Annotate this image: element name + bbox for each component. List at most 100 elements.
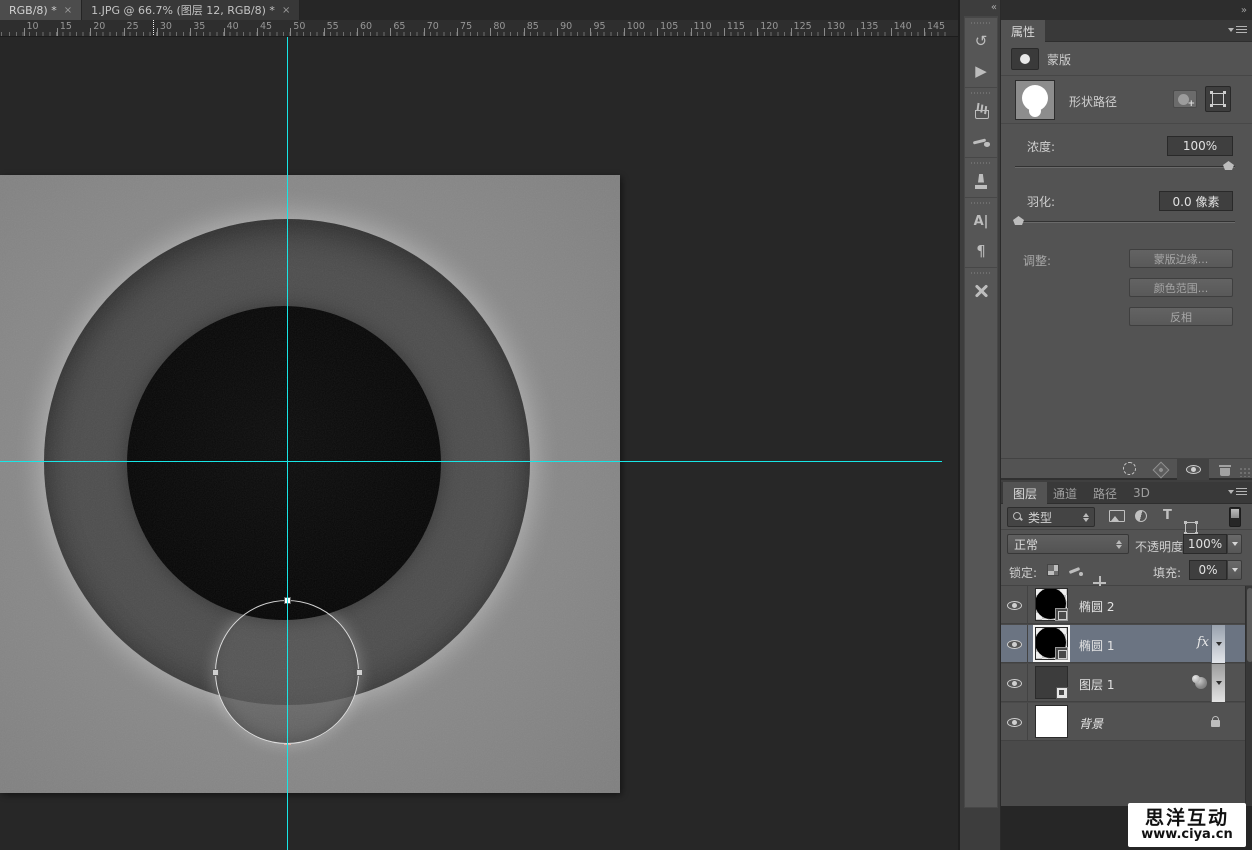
ruler-label: 65 [393,21,405,32]
ruler-label: 50 [293,21,305,32]
layer-name[interactable]: 图层 1 [1079,676,1114,693]
filter-pixel-layers-icon[interactable] [1109,510,1125,522]
tab-layers[interactable]: 图层 [1003,482,1047,504]
properties-panel: 蒙版 形状路径 浓度: 100% 羽化: 0.0 像素 调整: 蒙版边 [1001,42,1252,458]
collapse-panels-icon[interactable]: » [1241,5,1245,16]
ruler-tick [891,28,892,36]
ruler-label: 20 [93,21,105,32]
horizontal-guide[interactable] [0,461,942,462]
fill-value[interactable]: 0% [1189,560,1227,580]
layer-filter-toggle[interactable] [1229,507,1241,527]
brush-panel-icon[interactable] [965,126,997,156]
delete-mask-icon[interactable] [1219,463,1231,476]
dock-group-4: A|¶ [965,197,997,266]
document-tab-label: 1.JPG @ 66.7% (图层 12, RGB/8) * [91,2,275,18]
search-icon [1013,512,1023,522]
lock-row: 锁定: 填充: 0% [1001,558,1252,586]
path-anchor-left[interactable] [212,669,219,676]
density-slider[interactable] [1015,166,1235,168]
layer-name[interactable]: 椭圆 1 [1079,637,1114,654]
fill-dropdown-icon[interactable] [1227,560,1242,580]
tab-properties[interactable]: 属性 [1001,20,1045,42]
layer-row-1[interactable]: 椭圆 2 [1001,586,1245,624]
ruler-label: 55 [327,21,339,32]
pasteboard[interactable] [0,37,958,850]
opacity-dropdown-icon[interactable] [1227,534,1242,554]
density-value[interactable]: 100% [1167,136,1233,156]
path-anchor-right[interactable] [356,669,363,676]
layer-visibility-well[interactable] [1001,586,1028,624]
collapse-effects-chevron-icon[interactable] [1211,625,1225,663]
feather-slider[interactable] [1015,221,1235,223]
lock-image-pixels-icon[interactable] [1069,564,1083,576]
layer-visibility-well[interactable] [1001,703,1028,741]
actions-panel-icon[interactable]: ▶ [965,56,997,86]
vector-mask-badge-icon [1055,608,1068,621]
canvas-image[interactable] [0,175,620,793]
scrollbar-thumb[interactable] [1247,588,1252,662]
filter-type-layers-icon[interactable]: T [1163,510,1172,522]
layers-panel-menu-icon[interactable] [1228,488,1247,500]
collapse-effects-chevron-icon[interactable] [1211,664,1225,702]
layer-visibility-well[interactable] [1001,625,1028,663]
close-tab-icon[interactable]: × [64,5,72,16]
properties-panel-menu-icon[interactable] [1228,26,1247,38]
density-slider-thumb[interactable] [1223,161,1234,170]
layers-tab-bar: 图层通道路径3D [1001,482,1252,504]
ruler-label: 15 [60,21,72,32]
kind-filter-dropdown[interactable]: 类型 [1007,507,1095,527]
invert-button[interactable]: 反相 [1129,307,1233,326]
panel-resize-grip[interactable] [1239,467,1251,477]
apply-mask-icon[interactable] [1153,462,1170,479]
shape-path-thumbnail[interactable] [1015,80,1055,120]
document-tab-1[interactable]: RGB/8) *× [0,0,82,20]
layer-name[interactable]: 椭圆 2 [1079,598,1114,615]
layer-row-3[interactable]: 图层 1 [1001,664,1245,702]
load-selection-icon[interactable] [1123,462,1136,475]
ruler-label: 40 [227,21,239,32]
black-circle-shape [127,306,441,620]
clone-source-panel-icon[interactable] [965,166,997,196]
feather-value[interactable]: 0.0 像素 [1159,191,1233,211]
add-mask-icon[interactable] [1173,90,1197,108]
tab-channels[interactable]: 通道 [1043,482,1087,504]
ruler-label: 95 [593,21,605,32]
layer-thumbnail[interactable] [1035,705,1068,738]
layer-visibility-well[interactable] [1001,664,1028,702]
close-tab-icon[interactable]: × [282,5,290,16]
ruler-tick [557,28,558,36]
brush-presets-panel-icon[interactable] [965,96,997,126]
feather-slider-thumb[interactable] [1013,216,1024,225]
tool-presets-panel-icon [973,283,989,299]
filter-adjustment-layers-icon[interactable] [1135,510,1147,522]
layer-row-4[interactable]: 背景 [1001,703,1245,741]
color-range-button[interactable]: 颜色范围... [1129,278,1233,297]
mask-edge-button[interactable]: 蒙版边缘... [1129,249,1233,268]
layer-effects-fx-label[interactable]: fx [1197,635,1209,650]
mask-visibility-button[interactable] [1177,459,1209,480]
smart-object-badge-icon [1056,687,1068,699]
blend-mode-dropdown[interactable]: 正常 [1007,534,1129,554]
lock-transparent-pixels-icon[interactable] [1047,564,1059,576]
opacity-value[interactable]: 100% [1183,534,1227,554]
paragraph-panel-icon[interactable]: ¶ [965,236,997,266]
tab-paths[interactable]: 路径 [1083,482,1127,504]
collapse-dock-icon[interactable]: « [991,2,995,13]
tool-presets-panel-icon[interactable] [965,276,997,306]
ruler-tick [124,28,125,36]
ruler-tick [924,28,925,36]
chevron-down-icon [1216,681,1222,685]
character-panel-icon[interactable]: A| [965,206,997,236]
ruler-tick [457,28,458,36]
history-panel-icon[interactable]: ↺ [965,26,997,56]
tab-3d[interactable]: 3D [1123,482,1160,504]
layer-name[interactable]: 背景 [1079,715,1103,732]
vertical-guide[interactable] [287,37,288,850]
ruler-label: 140 [894,21,912,32]
ruler-tick [490,28,491,36]
vector-mask-icon[interactable] [1205,86,1231,112]
layers-scrollbar[interactable] [1245,586,1252,806]
layer-row-2[interactable]: 椭圆 1 fx [1001,625,1245,663]
ruler-tick [824,28,825,36]
document-tab-2[interactable]: 1.JPG @ 66.7% (图层 12, RGB/8) * × [82,0,300,20]
